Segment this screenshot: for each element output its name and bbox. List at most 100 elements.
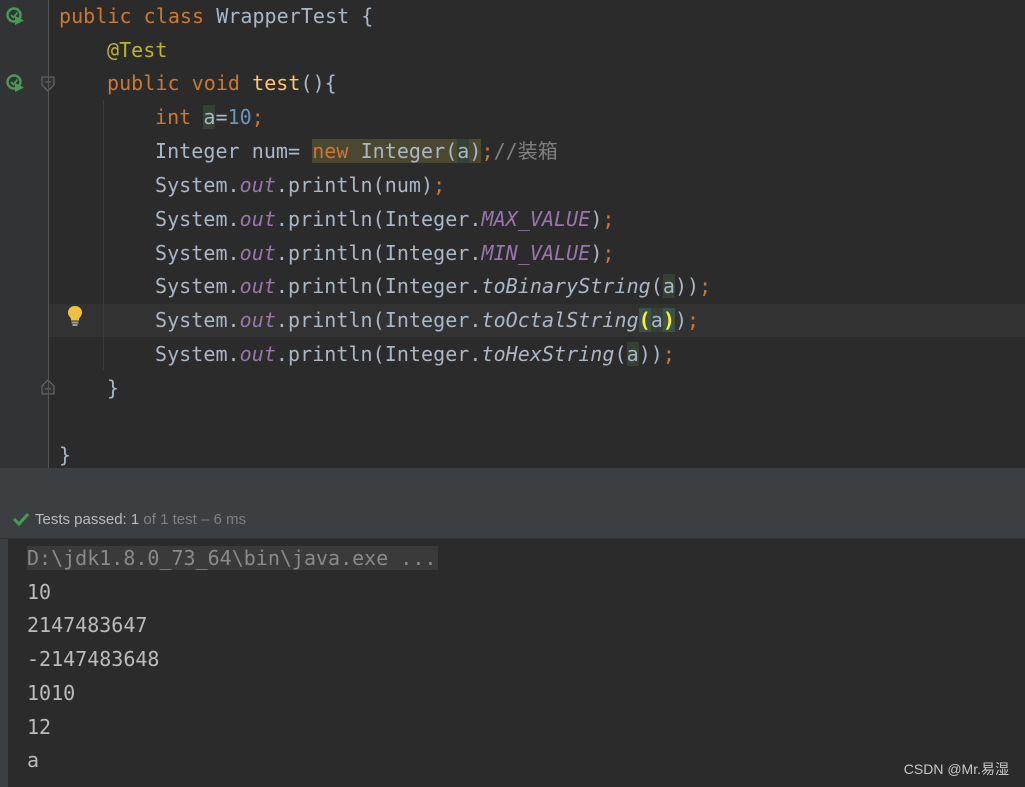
code-line-9: System.out.println(Integer.toBinaryStrin… <box>155 270 711 302</box>
console-output-line: 12 <box>27 715 52 739</box>
console-output-line: a <box>27 748 40 772</box>
variable: a <box>650 308 663 332</box>
semicolon: ; <box>687 308 700 332</box>
code-line-10: System.out.println(Integer.toOctalString… <box>155 304 699 336</box>
code-text: (){ <box>300 71 337 95</box>
code-text: = <box>215 105 228 129</box>
code-text: ) <box>590 241 603 265</box>
semicolon: ; <box>481 139 494 163</box>
constant-field: MAX_VALUE <box>481 207 591 231</box>
number-literal: 10 <box>227 105 252 129</box>
variable: a <box>662 274 675 298</box>
code-text: ) <box>590 207 603 231</box>
check-icon <box>12 512 30 527</box>
code-text: Integer( <box>360 139 458 163</box>
code-text: )) <box>674 274 700 298</box>
matched-brace: ) <box>662 308 675 332</box>
code-text: .println(Integer. <box>275 308 482 332</box>
static-field: out <box>239 207 276 231</box>
code-text: System. <box>155 342 240 366</box>
semicolon: ; <box>699 274 712 298</box>
run-test-icon[interactable] <box>5 72 27 94</box>
comment: //装箱 <box>493 139 558 163</box>
code-text: .println(num) <box>275 173 434 197</box>
code-text: WrapperTest { <box>216 4 374 28</box>
watermark: CSDN @Mr.易湿 <box>903 761 1009 777</box>
console-output-line: 2147483647 <box>27 613 148 637</box>
variable: a <box>203 105 216 129</box>
test-status-text: Tests passed: 1 of 1 test – 6 ms <box>35 510 246 530</box>
static-method: toOctalString <box>481 308 639 332</box>
static-field: out <box>239 274 276 298</box>
code-line-12: } <box>107 372 119 404</box>
intention-bulb-icon[interactable] <box>66 305 84 327</box>
static-field: out <box>239 342 276 366</box>
boxing-highlight: new Integer(a) <box>312 139 482 163</box>
java-command[interactable]: D:\jdk1.8.0_73_64\bin\java.exe ... <box>27 546 439 570</box>
semicolon: ; <box>662 342 675 366</box>
code-text: .println(Integer. <box>275 241 482 265</box>
keyword: void <box>191 71 253 95</box>
annotation: @Test <box>107 38 168 62</box>
code-text: ) <box>674 308 688 332</box>
static-method: toHexString <box>481 342 615 366</box>
keyword: int <box>155 105 204 129</box>
code-line-11: System.out.println(Integer.toHexString(a… <box>155 338 675 370</box>
editor-gutter <box>0 0 55 468</box>
tests-passed-label: Tests passed: 1 <box>35 511 140 528</box>
static-field: out <box>239 308 276 332</box>
matched-brace: ( <box>638 308 651 332</box>
console-output[interactable]: D:\jdk1.8.0_73_64\bin\java.exe ... 10 21… <box>0 539 1025 787</box>
code-line-2: @Test <box>107 34 167 66</box>
semicolon: ; <box>433 173 446 197</box>
code-text: Integer num= <box>155 139 313 163</box>
code-text: .println(Integer. <box>275 207 482 231</box>
keyword: class <box>143 4 217 28</box>
static-method: toBinaryString <box>481 274 651 298</box>
code-line-1: public class WrapperTest { <box>59 0 373 32</box>
code-text: ) <box>469 139 482 163</box>
semicolon: ; <box>602 207 615 231</box>
console-command-line: D:\jdk1.8.0_73_64\bin\java.exe ... <box>27 542 439 574</box>
code-text: )) <box>638 342 663 366</box>
run-test-icon[interactable] <box>5 5 27 27</box>
code-text: System. <box>155 308 240 332</box>
method-name: test <box>252 71 301 95</box>
console-gutter <box>0 539 8 787</box>
code-line-14: } <box>59 439 71 471</box>
console-output-line: -2147483648 <box>27 647 160 671</box>
indent-guide <box>103 100 104 370</box>
closing-brace: } <box>59 443 72 467</box>
code-line-8: System.out.println(Integer.MIN_VALUE); <box>155 237 615 269</box>
constant-field: MIN_VALUE <box>481 241 591 265</box>
keyword: public <box>59 4 144 28</box>
semicolon: ; <box>251 105 264 129</box>
gutter-border <box>48 0 49 468</box>
closing-brace: } <box>107 376 120 400</box>
code-text: .println(Integer. <box>275 342 482 366</box>
code-line-7: System.out.println(Integer.MAX_VALUE); <box>155 203 615 235</box>
static-field: out <box>239 241 276 265</box>
code-text: ( <box>650 274 663 298</box>
code-line-5: Integer num= new Integer(a);//装箱 <box>155 135 558 167</box>
tests-detail: of 1 test – 6 ms <box>139 511 246 528</box>
keyword: new <box>312 139 361 163</box>
code-text: System. <box>155 274 240 298</box>
console-output-line: 10 <box>27 580 52 604</box>
variable: a <box>626 342 639 366</box>
code-text: System. <box>155 173 240 197</box>
code-line-6: System.out.println(num); <box>155 169 445 201</box>
variable: a <box>457 139 470 163</box>
code-text: ( <box>614 342 627 366</box>
static-field: out <box>239 173 276 197</box>
semicolon: ; <box>602 241 615 265</box>
test-status-bar: Tests passed: 1 of 1 test – 6 ms <box>0 470 1025 538</box>
code-line-3: public void test(){ <box>107 67 337 99</box>
keyword: public <box>107 71 192 95</box>
code-text: System. <box>155 241 240 265</box>
code-editor[interactable]: public class WrapperTest { @Test public … <box>0 0 1025 468</box>
code-text: System. <box>155 207 240 231</box>
console-output-line: 1010 <box>27 681 76 705</box>
code-text: .println(Integer. <box>275 274 482 298</box>
code-line-4: int a=10; <box>155 101 264 133</box>
